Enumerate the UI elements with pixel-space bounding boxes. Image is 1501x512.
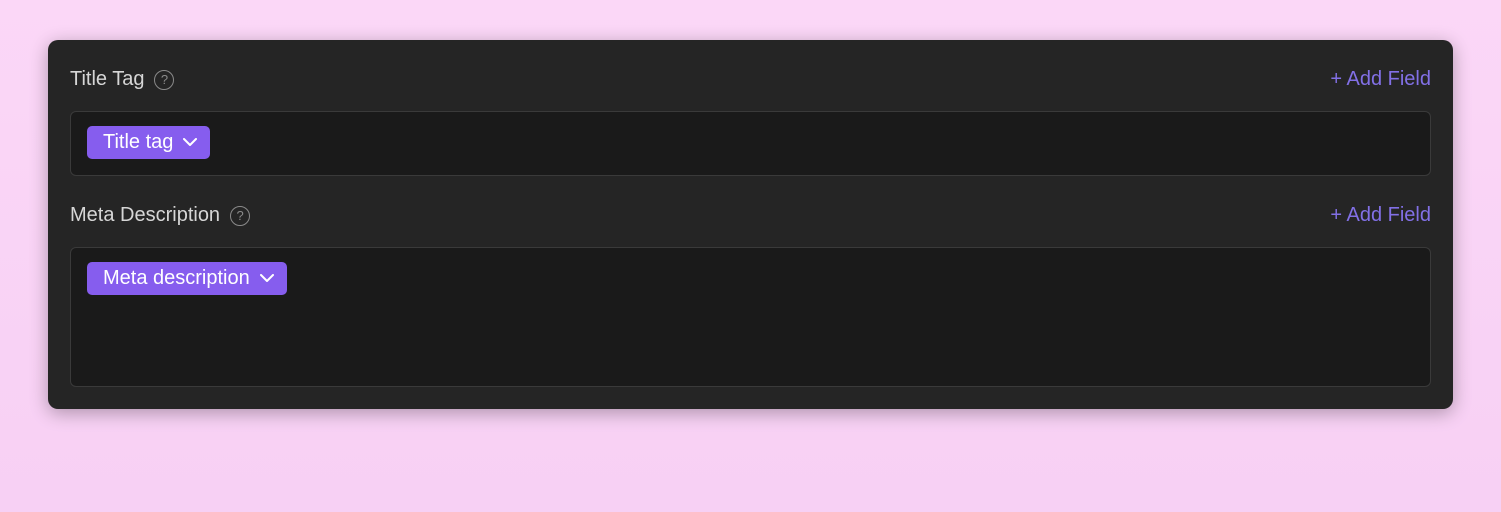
chevron-down-icon xyxy=(260,272,274,286)
help-icon[interactable]: ? xyxy=(154,70,174,90)
add-field-label: + Add Field xyxy=(1330,68,1431,91)
title-tag-section: Title Tag ? + Add Field Title tag xyxy=(70,68,1431,176)
title-tag-label: Title Tag xyxy=(70,68,144,91)
chevron-down-icon xyxy=(183,136,197,150)
meta-description-chip[interactable]: Meta description xyxy=(87,262,287,295)
add-field-button[interactable]: + Add Field xyxy=(1330,204,1431,227)
title-tag-input[interactable]: Title tag xyxy=(70,111,1431,176)
field-header: Title Tag ? + Add Field xyxy=(70,68,1431,91)
field-header: Meta Description ? + Add Field xyxy=(70,204,1431,227)
meta-description-section: Meta Description ? + Add Field Meta desc… xyxy=(70,204,1431,387)
settings-panel: Title Tag ? + Add Field Title tag Meta D… xyxy=(48,40,1453,409)
help-icon[interactable]: ? xyxy=(230,206,250,226)
chip-label: Meta description xyxy=(103,267,250,290)
meta-description-label: Meta Description xyxy=(70,204,220,227)
field-label-group: Meta Description ? xyxy=(70,204,250,227)
chip-label: Title tag xyxy=(103,131,173,154)
add-field-label: + Add Field xyxy=(1330,204,1431,227)
add-field-button[interactable]: + Add Field xyxy=(1330,68,1431,91)
field-label-group: Title Tag ? xyxy=(70,68,174,91)
title-tag-chip[interactable]: Title tag xyxy=(87,126,210,159)
meta-description-input[interactable]: Meta description xyxy=(70,247,1431,387)
